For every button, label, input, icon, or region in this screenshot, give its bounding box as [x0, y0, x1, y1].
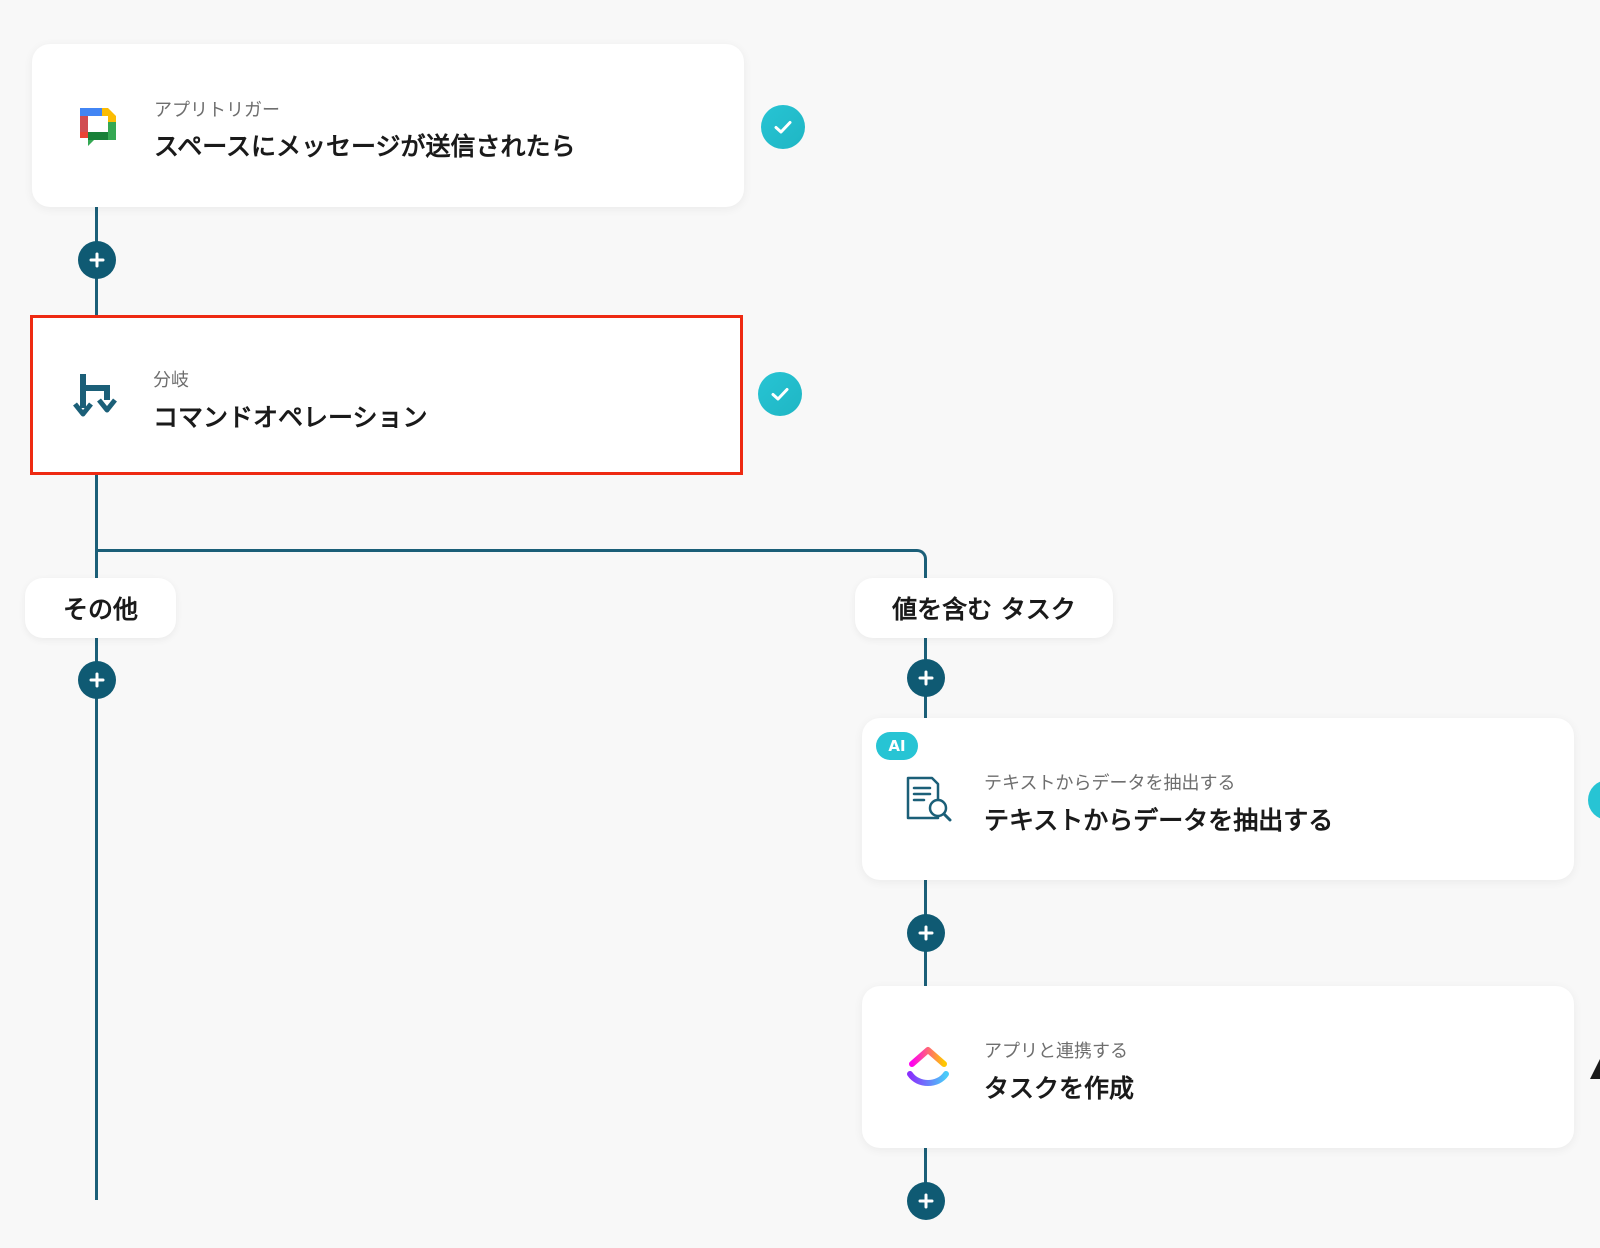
branch-card[interactable]: 分岐 コマンドオペレーション: [30, 315, 743, 475]
trigger-card[interactable]: アプリトリガー スペースにメッセージが送信されたら: [32, 44, 744, 207]
create-task-card[interactable]: アプリと連携する タスクを作成: [862, 986, 1574, 1148]
create-task-warning-icon: [1590, 1055, 1600, 1079]
branch-title: コマンドオペレーション: [153, 403, 428, 432]
create-task-subtitle: アプリと連携する: [984, 1041, 1128, 1062]
extract-check-icon: [1588, 780, 1600, 820]
branch-subtitle: 分岐: [153, 370, 189, 391]
trigger-title: スペースにメッセージが送信されたら: [154, 132, 576, 161]
add-step-match-button[interactable]: [907, 659, 945, 697]
branch-check-icon: [758, 372, 802, 416]
add-step-button[interactable]: [78, 241, 116, 279]
trigger-check-icon: [761, 105, 805, 149]
document-search-icon: [904, 774, 952, 822]
add-step-other-button[interactable]: [78, 661, 116, 699]
extract-card[interactable]: AI テキストからデータを抽出する テキストからデータを抽出する: [862, 718, 1574, 880]
google-chat-icon: [74, 102, 122, 150]
create-task-title: タスクを作成: [984, 1074, 1135, 1103]
extract-title: テキストからデータを抽出する: [984, 806, 1334, 835]
branch-icon: [73, 370, 121, 418]
clickup-icon: [904, 1042, 952, 1090]
trigger-subtitle: アプリトリガー: [154, 100, 280, 121]
add-step-after-task-button[interactable]: [907, 1182, 945, 1220]
plus-icon: [918, 925, 934, 941]
plus-icon: [918, 1193, 934, 1209]
ai-badge: AI: [876, 732, 918, 760]
extract-subtitle: テキストからデータを抽出する: [984, 773, 1236, 794]
path-label-other[interactable]: その他: [25, 578, 176, 638]
path-label-match[interactable]: 値を含む タスク: [855, 578, 1113, 638]
connector-branch-right: [95, 549, 927, 573]
plus-icon: [89, 672, 105, 688]
plus-icon: [918, 670, 934, 686]
plus-icon: [89, 252, 105, 268]
add-step-after-extract-button[interactable]: [907, 914, 945, 952]
